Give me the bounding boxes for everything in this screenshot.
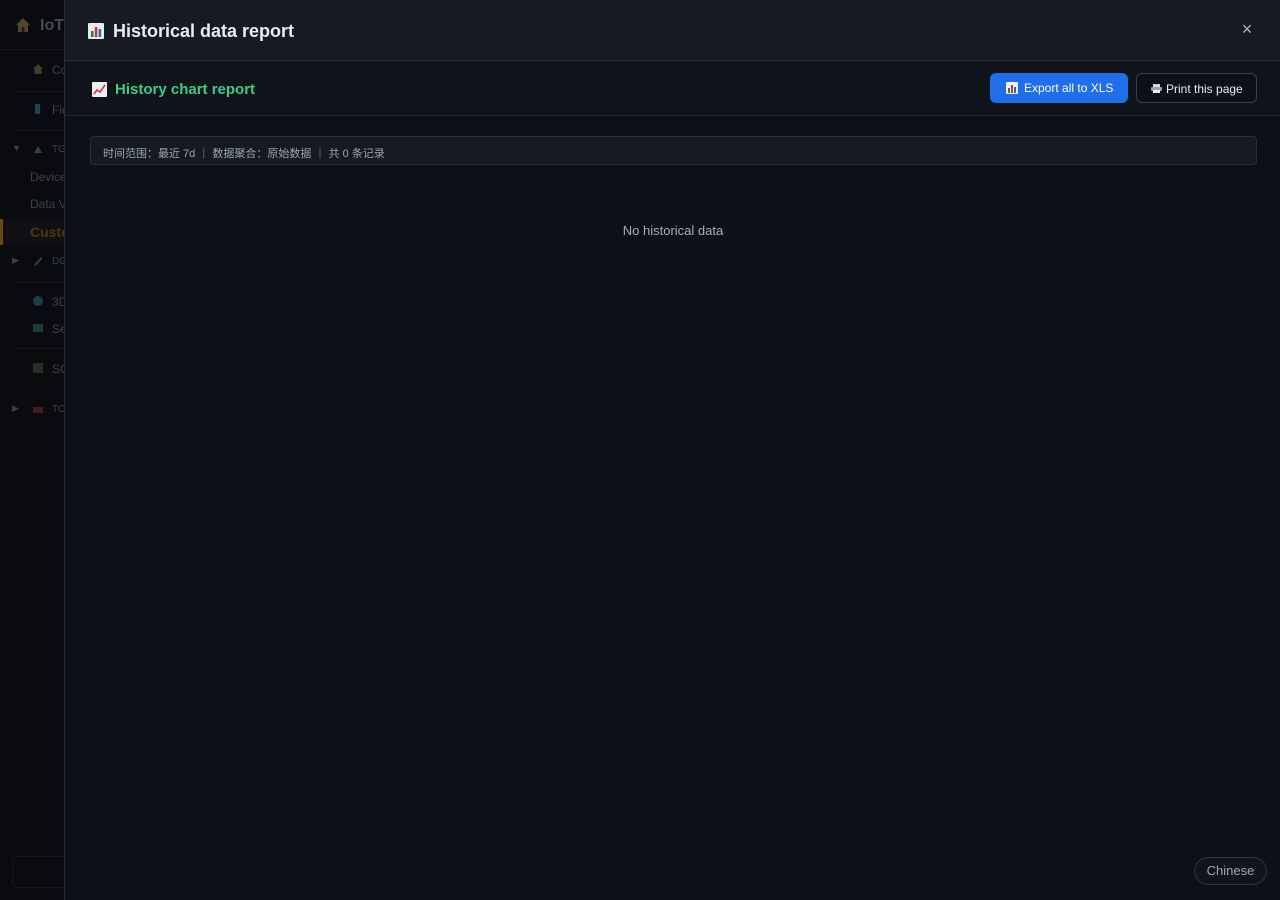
report-toolbar: History chart report Export all to XLS P…	[65, 61, 1280, 116]
bar-chart-icon	[1006, 82, 1018, 94]
printer-icon	[1151, 84, 1162, 93]
print-button[interactable]: Print this page	[1136, 73, 1257, 103]
query-info-bar: 时间范围：最近 7d ｜ 数据聚合：原始数据 ｜ 共 0 条记录	[90, 136, 1257, 165]
drawer-title: Historical data report	[113, 21, 295, 41]
bar-chart-icon	[88, 23, 104, 39]
query-info-text: 时间范围：最近 7d ｜ 数据聚合：原始数据 ｜ 共 0 条记录	[103, 148, 385, 160]
print-button-label: Print this page	[1166, 82, 1243, 96]
history-report-drawer: Historical data report × History chart r…	[64, 0, 1280, 900]
line-chart-icon	[92, 82, 107, 97]
drawer-header: Historical data report ×	[65, 0, 1280, 61]
report-title: History chart report	[115, 81, 256, 98]
close-button[interactable]: ×	[1237, 18, 1257, 40]
export-xls-button[interactable]: Export all to XLS	[990, 73, 1128, 103]
language-toggle-button[interactable]: Chinese	[1194, 857, 1267, 885]
empty-state-message: No historical data	[622, 223, 724, 238]
export-button-label: Export all to XLS	[1024, 81, 1114, 95]
